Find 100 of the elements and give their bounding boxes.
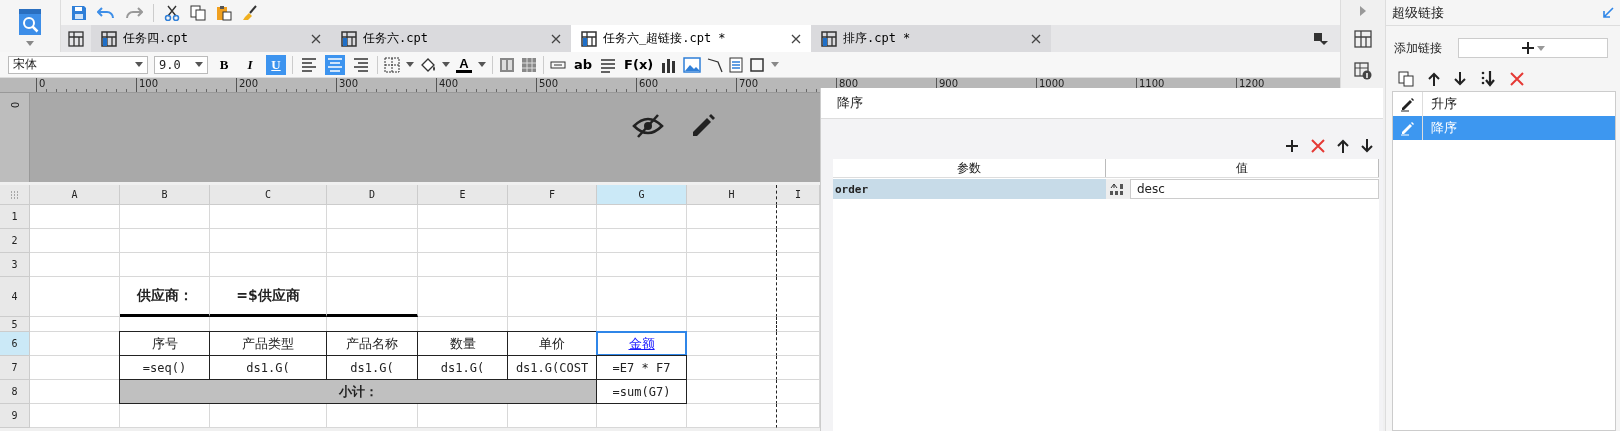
split-cells-icon[interactable] bbox=[521, 56, 537, 73]
table-cell[interactable]: 金额 bbox=[596, 331, 687, 356]
label-cell: =$供应商 bbox=[210, 277, 327, 317]
caret-down-icon[interactable] bbox=[406, 62, 414, 67]
font-select[interactable]: 宋体 bbox=[8, 55, 148, 74]
paste-icon[interactable] bbox=[216, 4, 232, 21]
brush-icon[interactable] bbox=[242, 4, 258, 21]
ruler-label: 100 bbox=[139, 78, 159, 89]
arrow-down-icon[interactable] bbox=[1454, 72, 1466, 86]
border-icon[interactable] bbox=[384, 56, 400, 73]
grid-icon[interactable] bbox=[68, 30, 84, 47]
eye-slash-icon[interactable] bbox=[632, 113, 664, 139]
move-to-bottom-icon[interactable] bbox=[1480, 71, 1496, 87]
collapse-arrow-icon[interactable] bbox=[1602, 6, 1614, 19]
header-cell: 序号 bbox=[119, 331, 210, 356]
style-button[interactable]: I bbox=[240, 54, 260, 75]
document-icon[interactable] bbox=[729, 56, 744, 73]
column-header[interactable]: C bbox=[210, 185, 327, 205]
font-size-select[interactable]: 9.0 bbox=[154, 55, 208, 74]
undo-icon[interactable] bbox=[97, 5, 115, 20]
tab[interactable]: 排序.cpt * bbox=[811, 25, 1051, 52]
merge-cells-icon[interactable] bbox=[499, 56, 515, 73]
column-header[interactable]: B bbox=[120, 185, 210, 205]
image-icon[interactable] bbox=[683, 56, 702, 73]
column-header[interactable]: A bbox=[30, 185, 120, 205]
column-header[interactable]: H bbox=[687, 185, 777, 205]
tab-menu-icon[interactable] bbox=[1314, 32, 1328, 45]
arrow-down-icon[interactable] bbox=[1361, 139, 1373, 153]
pencil-icon[interactable] bbox=[1399, 96, 1416, 112]
delete-icon[interactable] bbox=[1311, 139, 1325, 153]
row-header[interactable]: 9 bbox=[0, 404, 30, 428]
row-header[interactable]: 5 bbox=[0, 317, 30, 332]
report-grid-icon[interactable] bbox=[341, 30, 357, 47]
copy-icon[interactable] bbox=[190, 4, 206, 21]
font-color-button[interactable]: A bbox=[456, 56, 472, 73]
column-header: 值 bbox=[1106, 159, 1379, 177]
report-grid-icon[interactable] bbox=[821, 30, 837, 47]
row-header[interactable]: 7 bbox=[0, 356, 30, 380]
ruler-label: 200 bbox=[239, 78, 259, 89]
caret-down-icon[interactable] bbox=[478, 62, 486, 67]
report-grid-icon[interactable] bbox=[101, 30, 117, 47]
ruler-label: 700 bbox=[739, 78, 759, 89]
bar-chart-icon[interactable] bbox=[661, 56, 678, 73]
row-header[interactable]: 6 bbox=[0, 332, 30, 356]
ruler-label: 300 bbox=[339, 78, 359, 89]
save-icon[interactable] bbox=[71, 4, 87, 21]
text-button[interactable]: ab bbox=[572, 54, 595, 75]
column-header[interactable]: G bbox=[597, 185, 687, 205]
caret-down-icon[interactable] bbox=[771, 62, 780, 67]
copy-icon[interactable] bbox=[1398, 71, 1414, 87]
style-button[interactable]: B bbox=[214, 54, 234, 75]
row-header[interactable]: 8 bbox=[0, 380, 30, 404]
delete-icon[interactable] bbox=[1510, 72, 1524, 86]
redo-icon[interactable] bbox=[125, 5, 143, 20]
row-header[interactable]: 2 bbox=[0, 229, 30, 253]
pencil-icon[interactable] bbox=[690, 113, 716, 139]
paragraph-icon[interactable] bbox=[600, 56, 617, 73]
report-grid-icon[interactable] bbox=[581, 30, 597, 47]
column-header[interactable]: F bbox=[508, 185, 597, 205]
scissors-icon[interactable] bbox=[164, 4, 180, 21]
plus-icon[interactable] bbox=[1285, 139, 1299, 153]
document-search-icon[interactable] bbox=[17, 6, 43, 37]
table-info-icon[interactable] bbox=[1354, 62, 1372, 80]
plus-icon[interactable] bbox=[1521, 41, 1535, 55]
close-icon[interactable] bbox=[311, 33, 321, 44]
ruler-label: 1000 bbox=[1039, 78, 1065, 89]
column-header[interactable]: I bbox=[777, 185, 820, 205]
ruler-label: 0 bbox=[39, 78, 46, 89]
grid-dots-icon bbox=[9, 190, 20, 199]
ruler-label: 900 bbox=[939, 78, 959, 89]
formula-button[interactable]: F(x) bbox=[622, 54, 656, 75]
panel-title: 超级链接 bbox=[1392, 3, 1444, 22]
close-icon[interactable] bbox=[551, 33, 561, 44]
caret-down-icon[interactable] bbox=[442, 62, 450, 67]
caret-down-icon[interactable] bbox=[135, 62, 143, 67]
diagonal-line-icon[interactable] bbox=[707, 56, 724, 73]
column-header[interactable]: E bbox=[418, 185, 508, 205]
row-header[interactable]: 3 bbox=[0, 253, 30, 277]
close-icon[interactable] bbox=[1031, 33, 1041, 44]
column-header[interactable]: D bbox=[327, 185, 418, 205]
row-header[interactable]: 4 bbox=[0, 277, 30, 317]
arrow-up-icon[interactable] bbox=[1428, 72, 1440, 86]
caret-down-icon[interactable] bbox=[195, 62, 203, 67]
tab[interactable]: 任务六.cpt bbox=[331, 25, 571, 52]
close-icon[interactable] bbox=[791, 33, 801, 44]
ruler-label: 500 bbox=[539, 78, 559, 89]
add-link-label: 添加链接 bbox=[1394, 39, 1442, 57]
link[interactable]: 金额 bbox=[628, 334, 655, 353]
subtotal-cell: 小计： bbox=[119, 379, 597, 404]
fill-bucket-icon[interactable] bbox=[420, 56, 436, 73]
frame-icon[interactable] bbox=[749, 56, 766, 73]
grid-icon[interactable] bbox=[1354, 30, 1372, 48]
tab[interactable]: 任务六_超链接.cpt * bbox=[571, 25, 811, 52]
formula-cell: =sum(G7) bbox=[596, 379, 687, 404]
value-field[interactable]: desc bbox=[1130, 179, 1379, 199]
ruler-label: 400 bbox=[439, 78, 459, 89]
row-header[interactable]: 1 bbox=[0, 205, 30, 229]
caret-down-icon[interactable] bbox=[26, 40, 34, 46]
tab[interactable]: 任务四.cpt bbox=[91, 25, 331, 52]
arrow-up-icon[interactable] bbox=[1337, 139, 1349, 153]
